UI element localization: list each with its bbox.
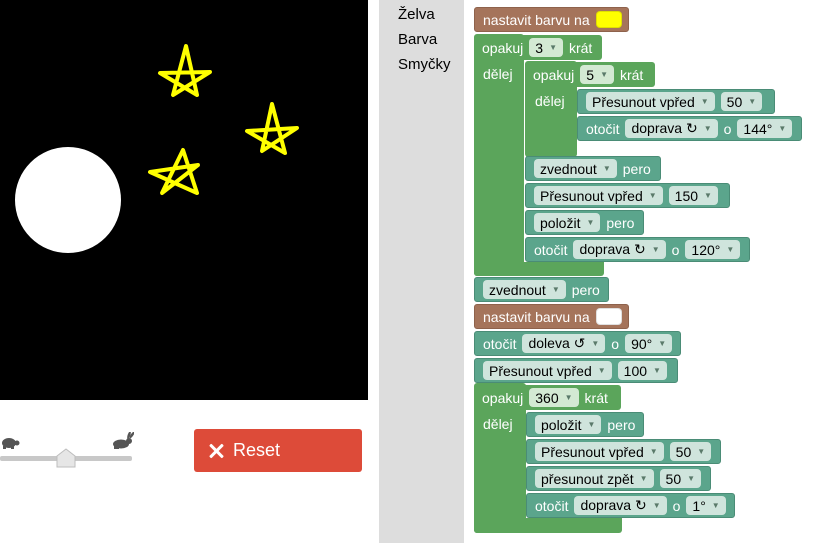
color-swatch-white[interactable]: [595, 308, 622, 325]
chevron-down-icon: ▼: [651, 245, 660, 254]
chevron-down-icon: ▼: [564, 393, 573, 402]
star-2: [245, 102, 299, 155]
chevron-down-icon: ▼: [711, 501, 720, 510]
turn-block-144[interactable]: otočit doprava ↻ ▼ o 144° ▼: [577, 116, 802, 141]
move-direction-dropdown[interactable]: přesunout zpět ▼: [535, 469, 654, 488]
repeat-360-footer[interactable]: [474, 518, 622, 533]
move-direction-dropdown[interactable]: Přesunout vpřed ▼: [535, 442, 664, 461]
chevron-down-icon: ▼: [648, 191, 657, 200]
turtle-canvas: [0, 0, 368, 400]
move-distance-field[interactable]: 100 ▼: [617, 361, 667, 380]
chevron-down-icon: ▼: [687, 474, 696, 483]
chevron-down-icon: ▼: [653, 366, 661, 375]
chevron-down-icon: ▼: [697, 447, 706, 456]
turtle-icon: [2, 438, 20, 449]
move-forward-block-100[interactable]: Přesunout vpřed ▼ 100 ▼: [474, 358, 678, 383]
chevron-down-icon: ▼: [649, 447, 658, 456]
reset-button[interactable]: Reset: [194, 429, 362, 472]
turn-angle-field[interactable]: 120° ▼: [685, 240, 741, 259]
repeat-outer-block[interactable]: opakuj 3 ▼ krát: [474, 35, 602, 60]
turn-angle-field[interactable]: 90° ▼: [625, 334, 673, 353]
chevron-down-icon: ▼: [600, 70, 608, 79]
rabbit-icon: [113, 432, 134, 449]
chevron-down-icon: ▼: [587, 420, 596, 429]
toolbox-category-barva[interactable]: Barva: [398, 31, 437, 48]
chevron-down-icon: ▼: [726, 245, 735, 254]
block-workspace: dělej dělej dělej nastavit barvu na opak…: [464, 0, 824, 543]
chevron-down-icon: ▼: [658, 339, 667, 348]
pen-state-dropdown[interactable]: zvednout ▼: [483, 280, 566, 299]
move-back-block-50[interactable]: přesunout zpět ▼ 50 ▼: [526, 466, 711, 491]
drawing: [15, 44, 299, 253]
set-color-block-1[interactable]: nastavit barvu na: [474, 7, 629, 32]
move-forward-block-50b[interactable]: Přesunout vpřed ▼ 50 ▼: [526, 439, 721, 464]
turn-direction-dropdown[interactable]: doprava ↻ ▼: [574, 496, 667, 515]
repeat-360-block[interactable]: opakuj 360 ▼ krát: [474, 385, 621, 410]
pen-down-block-1[interactable]: položit ▼ pero: [525, 210, 644, 235]
move-distance-field[interactable]: 150 ▼: [668, 186, 718, 205]
repeat-inner-do-label: dělej: [535, 93, 565, 109]
chevron-down-icon: ▼: [586, 218, 595, 227]
toolbox: Želva Barva Smyčky: [379, 0, 464, 543]
move-forward-block-50[interactable]: Přesunout vpřed ▼ 50 ▼: [577, 89, 775, 114]
chevron-down-icon: ▼: [778, 124, 787, 133]
turn-direction-dropdown[interactable]: doprava ↻ ▼: [625, 119, 718, 138]
chevron-down-icon: ▼: [602, 164, 611, 173]
repeat-360-count[interactable]: 360 ▼: [529, 388, 579, 407]
chevron-down-icon: ▼: [591, 339, 600, 348]
move-distance-field[interactable]: 50 ▼: [669, 442, 712, 461]
move-forward-block-150[interactable]: Přesunout vpřed ▼ 150 ▼: [525, 183, 730, 208]
chevron-down-icon: ▼: [639, 474, 648, 483]
pen-state-dropdown[interactable]: položit ▼: [534, 213, 601, 232]
repeat-inner-block[interactable]: opakuj 5 ▼ krát: [525, 62, 655, 87]
move-direction-dropdown[interactable]: Přesunout vpřed ▼: [534, 186, 663, 205]
turn-angle-field[interactable]: 144° ▼: [737, 119, 793, 138]
turn-block-90[interactable]: otočit doleva ↺ ▼ o 90° ▼: [474, 331, 681, 356]
pen-up-block-1[interactable]: zvednout ▼ pero: [525, 156, 661, 181]
turn-block-120[interactable]: otočit doprava ↻ ▼ o 120° ▼: [525, 237, 750, 262]
repeat-360-do-label: dělej: [483, 416, 513, 432]
white-circle: [15, 147, 121, 253]
chevron-down-icon: ▼: [549, 43, 557, 52]
move-distance-field[interactable]: 50 ▼: [659, 469, 702, 488]
chevron-down-icon: ▼: [551, 285, 560, 294]
chevron-down-icon: ▼: [700, 97, 709, 106]
color-swatch-yellow[interactable]: [595, 11, 622, 28]
speed-slider-thumb[interactable]: [56, 448, 76, 468]
star-1: [158, 44, 212, 97]
turn-angle-field[interactable]: 1° ▼: [686, 496, 726, 515]
toolbox-category-zelva[interactable]: Želva: [398, 6, 435, 23]
repeat-outer-count[interactable]: 3 ▼: [529, 38, 563, 57]
pen-up-block-2[interactable]: zvednout ▼ pero: [474, 277, 609, 302]
move-direction-dropdown[interactable]: Přesunout vpřed ▼: [586, 92, 715, 111]
move-direction-dropdown[interactable]: Přesunout vpřed ▼: [483, 361, 612, 380]
move-distance-field[interactable]: 50 ▼: [720, 92, 763, 111]
turn-block-1[interactable]: otočit doprava ↻ ▼ o 1° ▼: [526, 493, 735, 518]
chevron-down-icon: ▼: [703, 124, 712, 133]
close-icon: [208, 443, 224, 459]
repeat-outer-do-label: dělej: [483, 66, 513, 82]
chevron-down-icon: ▼: [704, 191, 712, 200]
repeat-outer-footer[interactable]: [474, 262, 604, 276]
set-color-block-2[interactable]: nastavit barvu na: [474, 304, 629, 329]
reset-label: Reset: [233, 440, 281, 460]
pen-state-dropdown[interactable]: položit ▼: [535, 415, 602, 434]
chevron-down-icon: ▼: [652, 501, 661, 510]
chevron-down-icon: ▼: [597, 366, 606, 375]
repeat-inner-count[interactable]: 5 ▼: [580, 65, 614, 84]
chevron-down-icon: ▼: [748, 97, 757, 106]
turn-direction-dropdown[interactable]: doprava ↻ ▼: [573, 240, 666, 259]
star-3: [148, 148, 200, 195]
pen-down-block-2[interactable]: položit ▼ pero: [526, 412, 644, 437]
turn-direction-dropdown[interactable]: doleva ↺ ▼: [522, 334, 606, 353]
toolbox-category-smycky[interactable]: Smyčky: [398, 56, 451, 73]
pen-state-dropdown[interactable]: zvednout ▼: [534, 159, 617, 178]
